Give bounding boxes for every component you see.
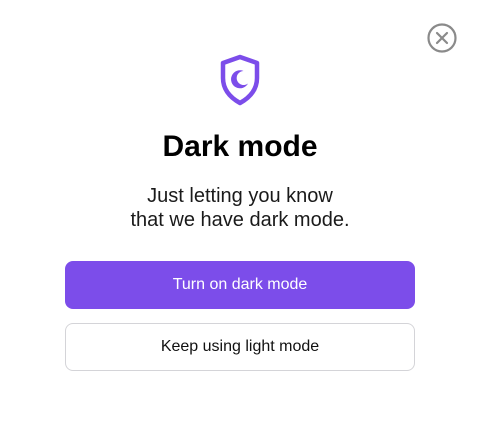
keep-light-mode-button[interactable]: Keep using light mode [65,323,415,371]
dialog-message-line1: Just letting you know [147,185,333,207]
dark-mode-dialog: Dark mode Just letting you know that we … [0,0,480,421]
dialog-title: Dark mode [162,130,318,163]
close-circle-icon [427,23,457,53]
shield-moon-icon [220,54,260,106]
dialog-message: Just letting you know that we have dark … [0,184,480,232]
turn-on-dark-mode-button[interactable]: Turn on dark mode [65,261,415,309]
close-button[interactable] [426,22,458,54]
dialog-message-line2: that we have dark mode. [130,209,350,231]
